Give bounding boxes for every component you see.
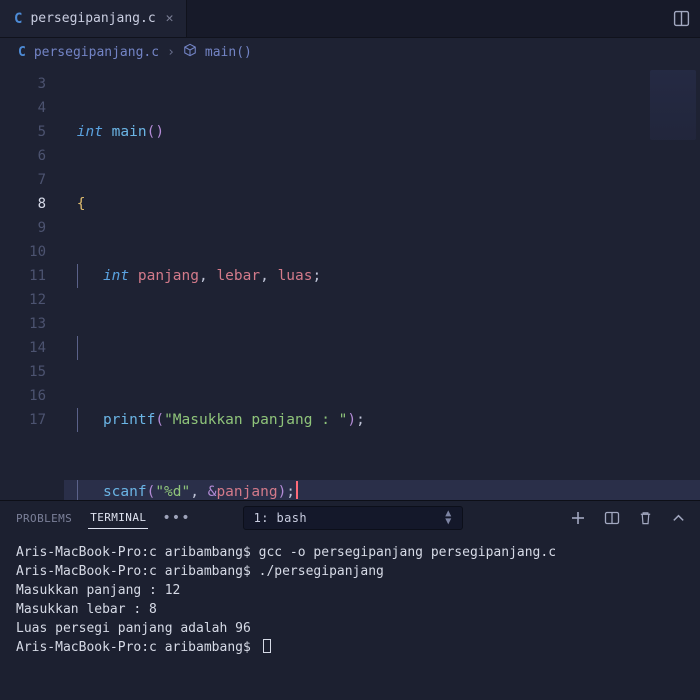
select-arrows-icon: ▲▼: [445, 510, 451, 526]
tab-file[interactable]: C persegipanjang.c ✕: [0, 0, 187, 37]
editor-cursor: [296, 481, 298, 499]
tab-problems[interactable]: PROBLEMS: [14, 508, 74, 529]
code-line: int main(): [64, 120, 700, 144]
code-line: {: [64, 192, 700, 216]
c-file-icon: C: [18, 45, 26, 60]
split-terminal-icon[interactable]: [604, 510, 620, 526]
chevron-up-icon[interactable]: [671, 511, 686, 526]
terminal-output[interactable]: Aris-MacBook-Pro:c aribambang$ gcc -o pe…: [0, 535, 700, 700]
c-file-icon: C: [14, 11, 22, 27]
symbol-icon: [183, 43, 197, 61]
chevron-right-icon: ›: [167, 45, 175, 60]
new-terminal-icon[interactable]: [570, 510, 586, 526]
code-line: scanf("%d", &panjang);: [64, 480, 700, 500]
code-line: [64, 336, 700, 360]
breadcrumb[interactable]: C persegipanjang.c › main(): [0, 38, 700, 66]
code-line: int panjang, lebar, luas;: [64, 264, 700, 288]
panel-tab-bar: PROBLEMS TERMINAL ••• 1: bash ▲▼: [0, 501, 700, 535]
trash-icon[interactable]: [638, 510, 653, 526]
code-editor[interactable]: 3 4 5 6 7 8 9 10 11 12 13 14 15 16 17 in…: [0, 66, 700, 500]
line-number-gutter: 3 4 5 6 7 8 9 10 11 12 13 14 15 16 17: [0, 66, 64, 500]
breadcrumb-file: persegipanjang.c: [34, 45, 159, 60]
close-icon[interactable]: ✕: [164, 9, 176, 28]
code-area[interactable]: int main() { int panjang, lebar, luas; p…: [64, 66, 700, 500]
more-icon[interactable]: •••: [162, 510, 190, 526]
breadcrumb-symbol: main(): [205, 45, 252, 60]
tab-terminal[interactable]: TERMINAL: [88, 507, 148, 529]
terminal-selector-label: 1: bash: [254, 511, 307, 525]
bottom-panel: PROBLEMS TERMINAL ••• 1: bash ▲▼ Aris-Ma…: [0, 500, 700, 700]
terminal-cursor: [263, 639, 271, 653]
tab-bar: C persegipanjang.c ✕: [0, 0, 700, 38]
minimap[interactable]: [650, 70, 696, 140]
code-line: printf("Masukkan panjang : ");: [64, 408, 700, 432]
split-editor-icon[interactable]: [673, 10, 690, 27]
terminal-selector[interactable]: 1: bash ▲▼: [243, 506, 463, 530]
tab-filename: persegipanjang.c: [30, 11, 155, 26]
